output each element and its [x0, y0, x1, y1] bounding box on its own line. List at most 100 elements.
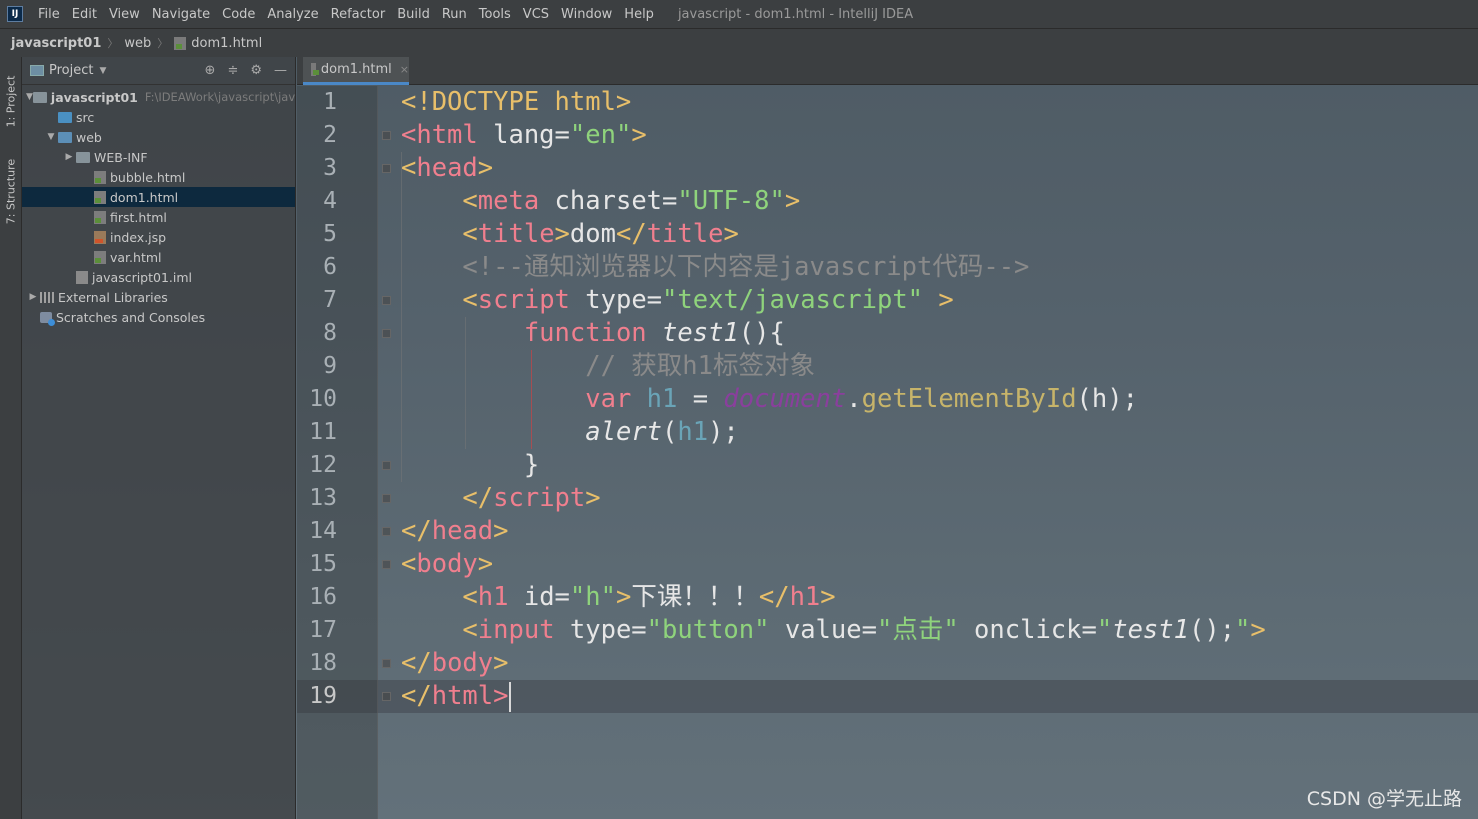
breadcrumb-file[interactable]: dom1.html — [191, 36, 262, 51]
html-file-icon — [94, 190, 106, 204]
gear-icon[interactable]: ⚙ — [250, 63, 262, 78]
menu-file[interactable]: File — [32, 7, 66, 22]
hide-panel-icon[interactable]: — — [274, 63, 287, 78]
line-number: 18 — [309, 650, 337, 676]
code-token: type= — [554, 615, 647, 645]
fold-toggle-icon[interactable] — [382, 461, 391, 470]
menu-window[interactable]: Window — [555, 7, 618, 22]
line-number: 10 — [309, 386, 337, 412]
tree-item-dom1-html[interactable]: dom1.html — [22, 187, 295, 207]
indent-guide — [465, 317, 466, 449]
expand-right-icon[interactable]: ▶ — [26, 292, 40, 302]
menu-navigate[interactable]: Navigate — [146, 7, 216, 22]
code-token: input — [477, 615, 555, 645]
line-number: 14 — [309, 518, 337, 544]
fold-toggle-icon[interactable] — [382, 527, 391, 536]
menu-refactor[interactable]: Refactor — [325, 7, 392, 22]
menu-build[interactable]: Build — [391, 7, 436, 22]
structure-tool-tab[interactable]: 7: Structure — [0, 149, 22, 239]
menu-code[interactable]: Code — [216, 7, 261, 22]
code-token: > — [615, 582, 632, 612]
jsp-file-icon — [94, 230, 106, 244]
code-token: lang= — [477, 120, 570, 150]
breadcrumb-project[interactable]: javascript01 — [11, 36, 101, 51]
structure-tool-tab-label: 7: Structure — [4, 158, 18, 225]
code-line: <h1 id="h">下课！！！</h1> — [401, 581, 836, 614]
fold-toggle-icon[interactable] — [382, 164, 391, 173]
menu-view[interactable]: View — [103, 7, 146, 22]
menu-run[interactable]: Run — [436, 7, 473, 22]
line-number: 8 — [323, 320, 337, 346]
project-panel: Project ▼ ⊕ ≑ ⚙ — ▼ javascript01 F:\IDEAWo… — [22, 57, 296, 819]
code-line: function test1(){ — [401, 317, 785, 350]
fold-toggle-icon[interactable] — [382, 296, 391, 305]
code-token: body — [431, 648, 494, 678]
menu-vcs[interactable]: VCS — [517, 7, 555, 22]
tree-item-javascript01[interactable]: ▼ javascript01 F:\IDEAWork\javascript\jav — [22, 87, 295, 107]
tree-item-var-html[interactable]: var.html — [22, 247, 295, 267]
menu-analyze[interactable]: Analyze — [261, 7, 324, 22]
code-token: type= — [569, 285, 663, 315]
code-token: html — [431, 681, 494, 711]
code-token: " — [1235, 615, 1251, 645]
fold-toggle-icon[interactable] — [382, 329, 391, 338]
code-token: </ — [758, 582, 790, 612]
fold-toggle-icon[interactable] — [382, 131, 391, 140]
tree-item-web[interactable]: ▼ web — [22, 127, 295, 147]
menu-bar: IJ File Edit View Navigate Code Analyze Refact… — [0, 0, 1478, 28]
chevron-down-icon[interactable]: ▼ — [99, 66, 106, 76]
expand-down-icon[interactable]: ▼ — [44, 132, 58, 142]
code-token: > — [820, 582, 836, 612]
code-token: </ — [401, 648, 432, 678]
project-tool-tab-label: 1: Project — [4, 75, 18, 128]
project-tree: ▼ javascript01 F:\IDEAWork\javascript\jav s… — [22, 85, 295, 327]
tree-item-external-libraries[interactable]: ▶ External Libraries — [22, 287, 295, 307]
code-token: > — [585, 483, 601, 513]
fold-toggle-icon[interactable] — [382, 494, 391, 503]
tree-item-src[interactable]: src — [22, 107, 295, 127]
tree-item-scratches-and-consoles[interactable]: Scratches and Consoles — [22, 307, 295, 327]
breadcrumb-folder[interactable]: web — [124, 36, 151, 51]
fold-toggle-icon[interactable] — [382, 692, 391, 701]
code-editor[interactable]: <!DOCTYPE html> <html lang="en"> <head> <m… — [401, 86, 1478, 819]
project-tool-tab[interactable]: 1: Project — [0, 65, 22, 143]
tab-dom1-html[interactable]: dom1.html × — [303, 57, 409, 85]
code-token: id= — [508, 582, 570, 612]
tree-item-label: src — [76, 109, 95, 125]
menu-help[interactable]: Help — [618, 7, 660, 22]
tab-label: dom1.html — [320, 62, 392, 77]
close-tab-icon[interactable]: × — [400, 63, 409, 76]
code-line: <!--通知浏览器以下内容是javascript代码--> — [401, 251, 1029, 284]
locate-file-icon[interactable]: ⊕ — [205, 63, 216, 78]
code-token: < — [462, 186, 478, 216]
menu-tools[interactable]: Tools — [473, 7, 517, 22]
tree-item-first-html[interactable]: first.html — [22, 207, 295, 227]
tree-item-index-jsp[interactable]: index.jsp — [22, 227, 295, 247]
expand-down-icon[interactable]: ▼ — [26, 92, 33, 102]
html-file-icon — [94, 250, 106, 264]
indent-guide — [401, 152, 402, 482]
code-line: <body> — [401, 548, 493, 581]
html-file-icon — [174, 36, 187, 50]
project-view-selector[interactable]: Project — [49, 63, 93, 78]
menu-edit[interactable]: Edit — [66, 7, 103, 22]
expand-right-icon[interactable]: ▶ — [62, 152, 76, 162]
code-token: </ — [401, 516, 432, 546]
tree-item-javascript01-iml[interactable]: javascript01.iml — [22, 267, 295, 287]
tree-item-bubble-html[interactable]: bubble.html — [22, 167, 295, 187]
fold-toggle-icon[interactable] — [382, 560, 391, 569]
html-file-icon — [94, 210, 106, 224]
code-line: alert(h1); — [401, 416, 739, 449]
code-line: </head> — [401, 515, 509, 548]
code-token: ); — [708, 417, 739, 447]
code-token: (h); — [1076, 384, 1138, 414]
collapse-all-icon[interactable]: ≑ — [227, 63, 238, 78]
code-token: > — [493, 681, 509, 711]
fold-toggle-icon[interactable] — [382, 659, 391, 668]
project-panel-header: Project ▼ ⊕ ≑ ⚙ — — [22, 57, 295, 85]
tree-item-label: javascript01 — [50, 89, 138, 105]
code-token: onclick= — [958, 615, 1097, 645]
tree-item-web-inf[interactable]: ▶ WEB-INF — [22, 147, 295, 167]
